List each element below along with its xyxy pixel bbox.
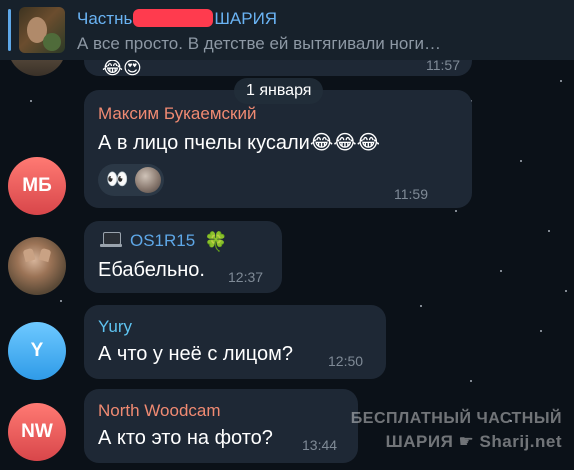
clover-icon: 🍀 [204,232,228,253]
laptop-icon [100,232,122,248]
message-bubble[interactable]: OS1R15 🍀 Ебабельно. 12:37 [84,221,282,293]
message-text: Ебабельно. [98,259,205,281]
message-bubble[interactable]: Максим Букаемский А в лицо пчелы кусали😂… [84,90,472,208]
message-time: 12:50 [328,353,364,369]
message-text: А в лицо пчелы кусали😂😂😂 [98,132,380,154]
message-time: 12:37 [228,269,264,285]
pinned-preview: А все просто. В детстве ей вытягивали но… [77,34,442,53]
sender-name[interactable]: North Woodcam [98,401,221,421]
message-text: А что у неё с лицом? [98,343,293,365]
avatar-mb[interactable]: МБ [8,157,66,215]
reaction-chip[interactable]: 👀 [98,164,164,196]
message-bubble[interactable]: Yury А что у неё с лицом? 12:50 [84,305,386,379]
redaction-mark [133,9,214,27]
pointing-hand-icon: ☛ [458,432,475,451]
avatar-y[interactable]: Y [8,322,66,380]
watermark-line2: ШАРИЯ ☛ Sharij.net [385,432,562,451]
avatar-nw[interactable]: NW [8,403,66,461]
avatar-os1r15[interactable] [8,237,66,295]
date-separator: 1 января [234,78,324,104]
message-time: 11:59 [394,186,428,202]
pinned-thumbnail [19,7,65,53]
message-text: А кто это на фото? [98,427,273,449]
pinned-accent-line [8,9,11,51]
pinned-title: Частнь ШАРИЯ [77,9,278,28]
reaction-emoji: 😂😍 [102,58,142,78]
sender-name[interactable]: Yury [98,317,132,337]
sender-name[interactable]: Максим Букаемский [98,104,256,124]
reactor-avatar [135,167,161,193]
message-time: 13:44 [302,437,338,453]
message-bubble[interactable]: North Woodcam А кто это на фото? 13:44 [84,389,358,463]
eyes-icon: 👀 [106,169,129,189]
sender-name[interactable]: OS1R15 [130,231,195,251]
watermark-line1: БЕСПЛАТНЫЙ ЧАСТНЫЙ [350,410,562,427]
pinned-message-bar[interactable]: Частнь ШАРИЯ А все просто. В детстве ей в… [0,0,574,60]
